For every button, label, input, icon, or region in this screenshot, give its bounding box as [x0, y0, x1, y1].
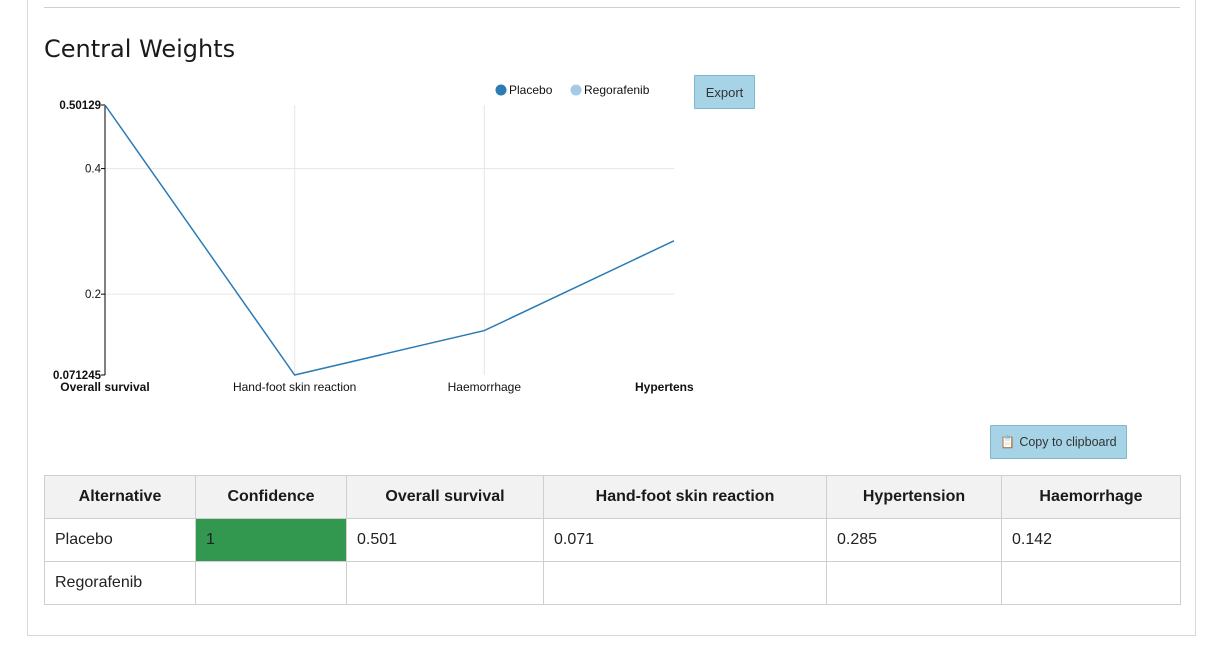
cell-overall-survival: 0.501: [346, 518, 544, 562]
header-hand-foot-skin-reaction[interactable]: Hand-foot skin reaction: [543, 475, 827, 519]
header-alternative[interactable]: Alternative: [44, 475, 196, 519]
header-haemorrhage[interactable]: Haemorrhage: [1001, 475, 1181, 519]
x-tick-label: Haemorrhage: [448, 380, 522, 394]
cell-hand-foot-skin-reaction: 0.071: [543, 518, 827, 562]
section-title: Central Weights: [44, 35, 236, 63]
cell-haemorrhage: 0.142: [1001, 518, 1181, 562]
legend-marker-placebo: [495, 84, 507, 96]
results-table: Alternative Confidence Overall survival …: [44, 475, 1181, 605]
table-row: Regorafenib: [44, 561, 1181, 605]
legend-label-regorafenib: Regorafenib: [584, 83, 650, 97]
cell-confidence: 1: [195, 518, 347, 562]
legend-marker-regorafenib: [570, 84, 582, 96]
x-tick-label: Hypertens: [635, 380, 694, 394]
copy-to-clipboard-button[interactable]: 📋 Copy to clipboard: [990, 425, 1127, 459]
cell-haemorrhage: [1001, 561, 1181, 605]
header-overall-survival[interactable]: Overall survival: [346, 475, 544, 519]
table-row: Placebo 1 0.501 0.071 0.285 0.142: [44, 518, 1181, 562]
cell-hypertension: [826, 561, 1002, 605]
cell-hand-foot-skin-reaction: [543, 561, 827, 605]
chart-svg: 0.501290.40.20.071245Overall survival Han…: [53, 83, 694, 394]
x-tick-label: Hand-foot skin reaction: [233, 380, 356, 394]
series-line-placebo: [104, 104, 675, 376]
export-button[interactable]: Export: [694, 75, 755, 109]
copy-button-label: Copy to clipboard: [1019, 435, 1117, 449]
central-weights-chart: 0.50129 0.4 0.2 0.071245 Overall survival Han…: [44, 74, 700, 424]
clipboard-icon: 📋: [1000, 435, 1016, 449]
table-header-row: Alternative Confidence Overall survival …: [44, 475, 1181, 519]
x-tick-label: Overall survival: [60, 380, 149, 394]
y-tick-label: 0.50129: [59, 100, 101, 112]
y-tick-label: 0.2: [85, 289, 101, 301]
y-tick-label: 0.4: [85, 164, 102, 176]
cell-confidence: [195, 561, 347, 605]
cell-overall-survival: [346, 561, 544, 605]
cell-alternative: Regorafenib: [44, 561, 196, 605]
header-hypertension[interactable]: Hypertension: [826, 475, 1002, 519]
section-divider: [44, 7, 1180, 8]
cell-hypertension: 0.285: [826, 518, 1002, 562]
legend-label-placebo: Placebo: [509, 83, 553, 97]
cell-alternative: Placebo: [44, 518, 196, 562]
header-confidence[interactable]: Confidence: [195, 475, 347, 519]
